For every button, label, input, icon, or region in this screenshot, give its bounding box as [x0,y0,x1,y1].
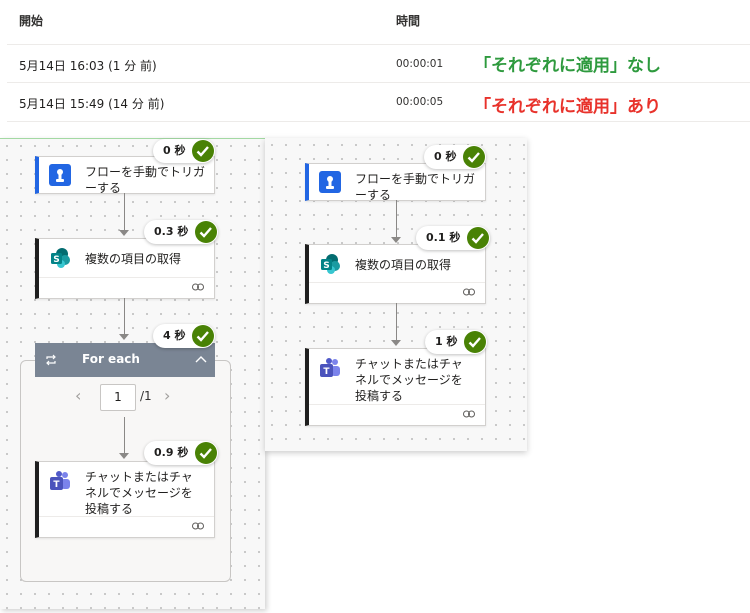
sharepoint-icon: S [321,254,340,274]
teams-icon: T [320,358,340,377]
sharepoint-icon: S [51,248,70,268]
card-title: フローを手動でトリガーする [85,165,206,195]
foreach-title: For each [82,352,140,366]
card-footer [39,516,214,537]
duration-text: 0.9 秒 [154,446,189,459]
connector-line [124,298,125,334]
connector-arrow [119,230,129,236]
connector-arrow [119,334,129,340]
svg-text:T: T [53,480,60,490]
loop-icon [46,354,56,366]
card-footer [309,282,485,303]
run-duration: 00:00:01 [396,58,444,70]
annotation-no-apply-to-each: 「それぞれに適用」なし [474,56,661,76]
connector-line [124,193,125,231]
svg-text:T: T [323,367,330,377]
card-footer [309,404,485,425]
get-items-card[interactable]: S 複数の項目の取得 [35,238,215,299]
svg-text:S: S [323,261,329,271]
foreach-header[interactable]: For each [35,343,215,377]
chevron-left-icon[interactable]: ‹ [75,386,81,405]
link-icon[interactable] [463,287,475,297]
post-message-card[interactable]: T チャットまたはチャネルでメッセージを投稿する [35,461,215,538]
run-duration: 00:00:05 [396,96,444,108]
connector-arrow [119,453,129,459]
success-check-icon [463,146,486,168]
success-check-icon [195,442,218,464]
duration-text: 0 秒 [163,144,186,157]
success-check-icon [195,221,218,243]
card-title: 複数の項目の取得 [85,252,182,266]
manual-trigger-icon [49,164,71,186]
column-header-duration[interactable]: 時間 [396,12,420,29]
link-icon[interactable] [192,521,204,531]
success-check-icon [192,325,215,347]
duration-text: 0.3 秒 [154,225,189,238]
link-icon[interactable] [463,409,475,419]
annotation-with-apply-to-each: 「それぞれに適用」あり [474,97,661,117]
iteration-input[interactable]: 1 [100,384,136,411]
card-footer [39,277,214,298]
run-start-time[interactable]: 5月14日 15:49 (14 分 前) [19,95,164,112]
manual-trigger-icon [319,171,341,193]
column-header-start[interactable]: 開始 [19,12,43,29]
get-items-card[interactable]: S 複数の項目の取得 [305,244,486,304]
success-check-icon [464,331,487,353]
duration-badge: 0.9 秒 [144,441,219,465]
connector-arrow [391,237,401,243]
run-start-time[interactable]: 5月14日 16:03 (1 分 前) [19,57,157,74]
teams-icon: T [50,471,70,490]
duration-text: 0 秒 [434,150,457,163]
card-title: チャットまたはチャネルでメッセージを投稿する [355,357,463,403]
duration-badge: 0.1 秒 [416,226,491,250]
duration-badge: 4 秒 [153,324,216,348]
duration-badge: 0.3 秒 [144,220,219,244]
connector-line [124,417,125,453]
duration-text: 4 秒 [163,329,186,342]
duration-text: 1 秒 [435,335,458,348]
post-message-card[interactable]: T チャットまたはチャネルでメッセージを投稿する [305,348,486,426]
success-check-icon [192,140,215,162]
chevron-right-icon[interactable]: › [164,386,170,405]
connector-arrow [391,340,401,346]
duration-badge: 1 秒 [425,330,488,354]
svg-text:S: S [53,255,59,265]
card-title: フローを手動でトリガーする [355,172,476,202]
duration-badge: 0 秒 [153,139,216,163]
connector-line [396,303,397,340]
card-title: チャットまたはチャネルでメッセージを投稿する [85,470,193,516]
chevron-up-icon[interactable] [195,355,207,365]
success-check-icon [467,227,490,249]
link-icon[interactable] [192,282,204,292]
card-title: 複数の項目の取得 [355,258,452,272]
connector-line [396,200,397,237]
duration-badge: 0 秒 [424,145,487,169]
iteration-total: /1 [140,389,152,403]
duration-text: 0.1 秒 [426,231,461,244]
